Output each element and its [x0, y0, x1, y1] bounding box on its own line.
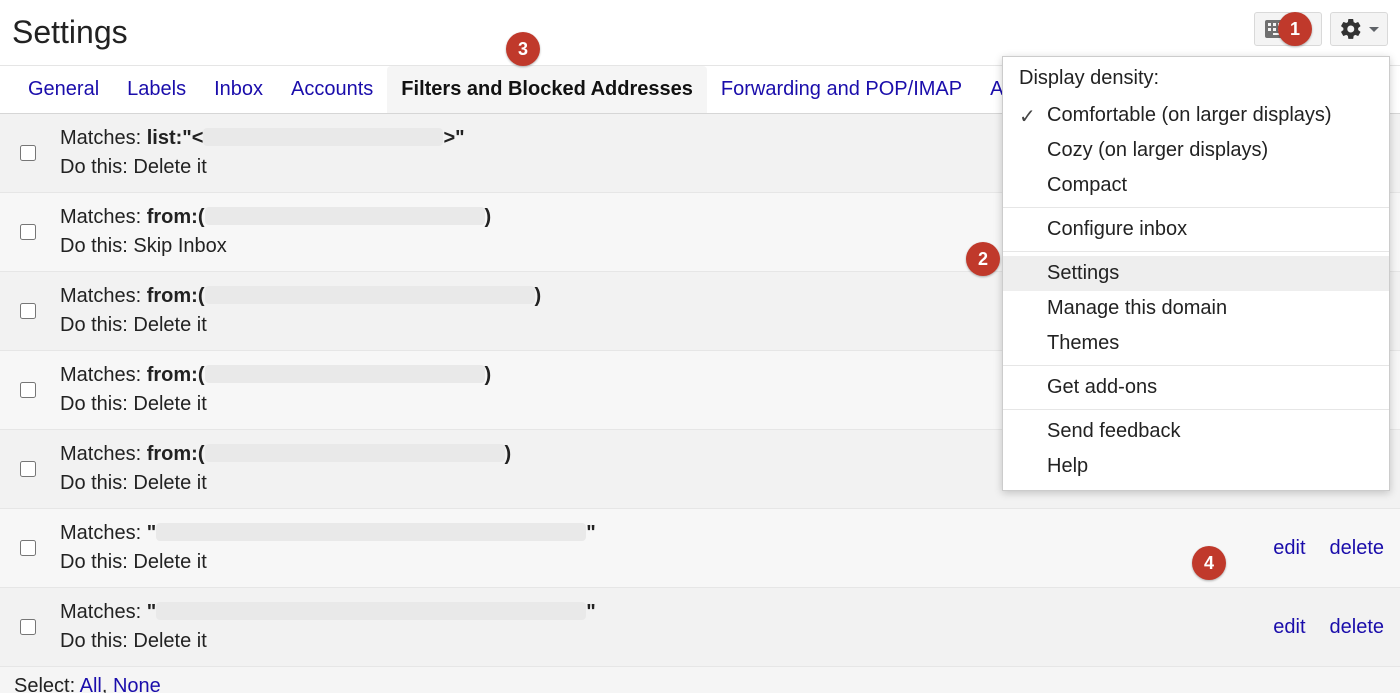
- do-this-value: Delete it: [133, 630, 206, 652]
- menu-item-cozy[interactable]: Cozy (on larger displays): [1003, 133, 1389, 168]
- matches-criteria-close: ": [586, 522, 595, 544]
- tab-general[interactable]: General: [14, 66, 113, 113]
- matches-label: Matches:: [60, 522, 141, 544]
- do-this-label: Do this:: [60, 630, 128, 652]
- redacted-value: [203, 128, 443, 146]
- do-this-label: Do this:: [60, 235, 128, 257]
- tab-filters[interactable]: Filters and Blocked Addresses: [387, 66, 707, 113]
- menu-item-comfortable[interactable]: Comfortable (on larger displays): [1003, 98, 1389, 133]
- callout-badge-4: 4: [1192, 546, 1226, 580]
- chevron-down-icon: [1369, 27, 1379, 32]
- filter-checkbox[interactable]: [20, 540, 36, 556]
- settings-gear-button[interactable]: [1330, 12, 1388, 46]
- do-this-label: Do this:: [60, 551, 128, 573]
- callout-badge-3: 3: [506, 32, 540, 66]
- filter-checkbox[interactable]: [20, 461, 36, 477]
- menu-item-manage-domain[interactable]: Manage this domain: [1003, 291, 1389, 326]
- filter-row-actions: edit delete: [1273, 616, 1384, 639]
- redacted-value: [156, 602, 586, 620]
- callout-badge-1: 1: [1278, 12, 1312, 46]
- redacted-value: [205, 207, 485, 225]
- redacted-value: [205, 365, 485, 383]
- do-this-value: Delete it: [133, 393, 206, 415]
- do-this-label: Do this:: [60, 156, 128, 178]
- menu-item-send-feedback[interactable]: Send feedback: [1003, 414, 1389, 449]
- menu-separator: [1003, 207, 1389, 208]
- toolbar: [1254, 12, 1388, 46]
- select-none-link[interactable]: None: [113, 675, 161, 693]
- matches-criteria-close: ): [485, 364, 492, 386]
- redacted-value: [205, 286, 535, 304]
- filter-checkbox[interactable]: [20, 382, 36, 398]
- do-this-value: Delete it: [133, 472, 206, 494]
- do-this-label: Do this:: [60, 314, 128, 336]
- select-bar: Select: All, None: [0, 667, 1400, 693]
- matches-criteria-key: from:: [147, 285, 198, 307]
- filter-row: Matches: " " Do this: Delete it edit delete: [0, 588, 1400, 667]
- filter-checkbox[interactable]: [20, 619, 36, 635]
- matches-criteria-open: (: [198, 364, 205, 386]
- do-this-label: Do this:: [60, 472, 128, 494]
- matches-criteria-open: ": [147, 601, 156, 623]
- matches-criteria-open: ": [147, 522, 156, 544]
- matches-label: Matches:: [60, 364, 141, 386]
- matches-criteria-close: ": [586, 601, 595, 623]
- filter-checkbox[interactable]: [20, 303, 36, 319]
- matches-label: Matches:: [60, 127, 141, 149]
- matches-criteria-close: ): [505, 443, 512, 465]
- filter-row: Matches: " " Do this: Delete it edit delete: [0, 509, 1400, 588]
- matches-label: Matches:: [60, 285, 141, 307]
- matches-criteria-key: from:: [147, 443, 198, 465]
- edit-filter-link[interactable]: edit: [1273, 537, 1305, 560]
- menu-item-compact[interactable]: Compact: [1003, 168, 1389, 203]
- select-label: Select:: [14, 675, 80, 693]
- matches-label: Matches:: [60, 443, 141, 465]
- matches-label: Matches:: [60, 601, 141, 623]
- menu-density-header: Display density:: [1003, 57, 1389, 98]
- menu-item-themes[interactable]: Themes: [1003, 326, 1389, 361]
- menu-item-configure-inbox[interactable]: Configure inbox: [1003, 212, 1389, 247]
- do-this-value: Delete it: [133, 314, 206, 336]
- matches-criteria-open: (: [198, 285, 205, 307]
- filter-checkbox[interactable]: [20, 224, 36, 240]
- menu-separator: [1003, 365, 1389, 366]
- matches-criteria-open: (: [198, 206, 205, 228]
- matches-criteria-key: from:: [147, 206, 198, 228]
- settings-dropdown-menu: Display density: Comfortable (on larger …: [1002, 56, 1390, 491]
- filter-text: Matches: " " Do this: Delete it: [60, 519, 1263, 577]
- do-this-value: Delete it: [133, 551, 206, 573]
- select-all-link[interactable]: All: [80, 675, 102, 693]
- redacted-value: [205, 444, 505, 462]
- callout-badge-2: 2: [966, 242, 1000, 276]
- filter-checkbox[interactable]: [20, 145, 36, 161]
- tab-labels[interactable]: Labels: [113, 66, 200, 113]
- edit-filter-link[interactable]: edit: [1273, 616, 1305, 639]
- menu-separator: [1003, 409, 1389, 410]
- matches-criteria-open: (: [198, 443, 205, 465]
- matches-criteria-key: list:: [147, 127, 183, 149]
- tab-inbox[interactable]: Inbox: [200, 66, 277, 113]
- matches-label: Matches:: [60, 206, 141, 228]
- do-this-value: Skip Inbox: [133, 235, 226, 257]
- menu-separator: [1003, 251, 1389, 252]
- select-sep: ,: [102, 675, 113, 693]
- matches-criteria-close: >": [443, 127, 464, 149]
- delete-filter-link[interactable]: delete: [1330, 537, 1385, 560]
- gear-icon: [1339, 17, 1363, 41]
- filter-text: Matches: " " Do this: Delete it: [60, 598, 1263, 656]
- do-this-label: Do this:: [60, 393, 128, 415]
- delete-filter-link[interactable]: delete: [1330, 616, 1385, 639]
- matches-criteria-key: from:: [147, 364, 198, 386]
- redacted-value: [156, 523, 586, 541]
- menu-item-get-addons[interactable]: Get add-ons: [1003, 370, 1389, 405]
- do-this-value: Delete it: [133, 156, 206, 178]
- menu-item-help[interactable]: Help: [1003, 449, 1389, 490]
- menu-item-settings[interactable]: Settings: [1003, 256, 1389, 291]
- filter-row-actions: edit delete: [1273, 537, 1384, 560]
- matches-criteria-open: "<: [182, 127, 203, 149]
- matches-criteria-close: ): [535, 285, 542, 307]
- tab-accounts[interactable]: Accounts: [277, 66, 387, 113]
- tab-forwarding[interactable]: Forwarding and POP/IMAP: [707, 66, 976, 113]
- matches-criteria-close: ): [485, 206, 492, 228]
